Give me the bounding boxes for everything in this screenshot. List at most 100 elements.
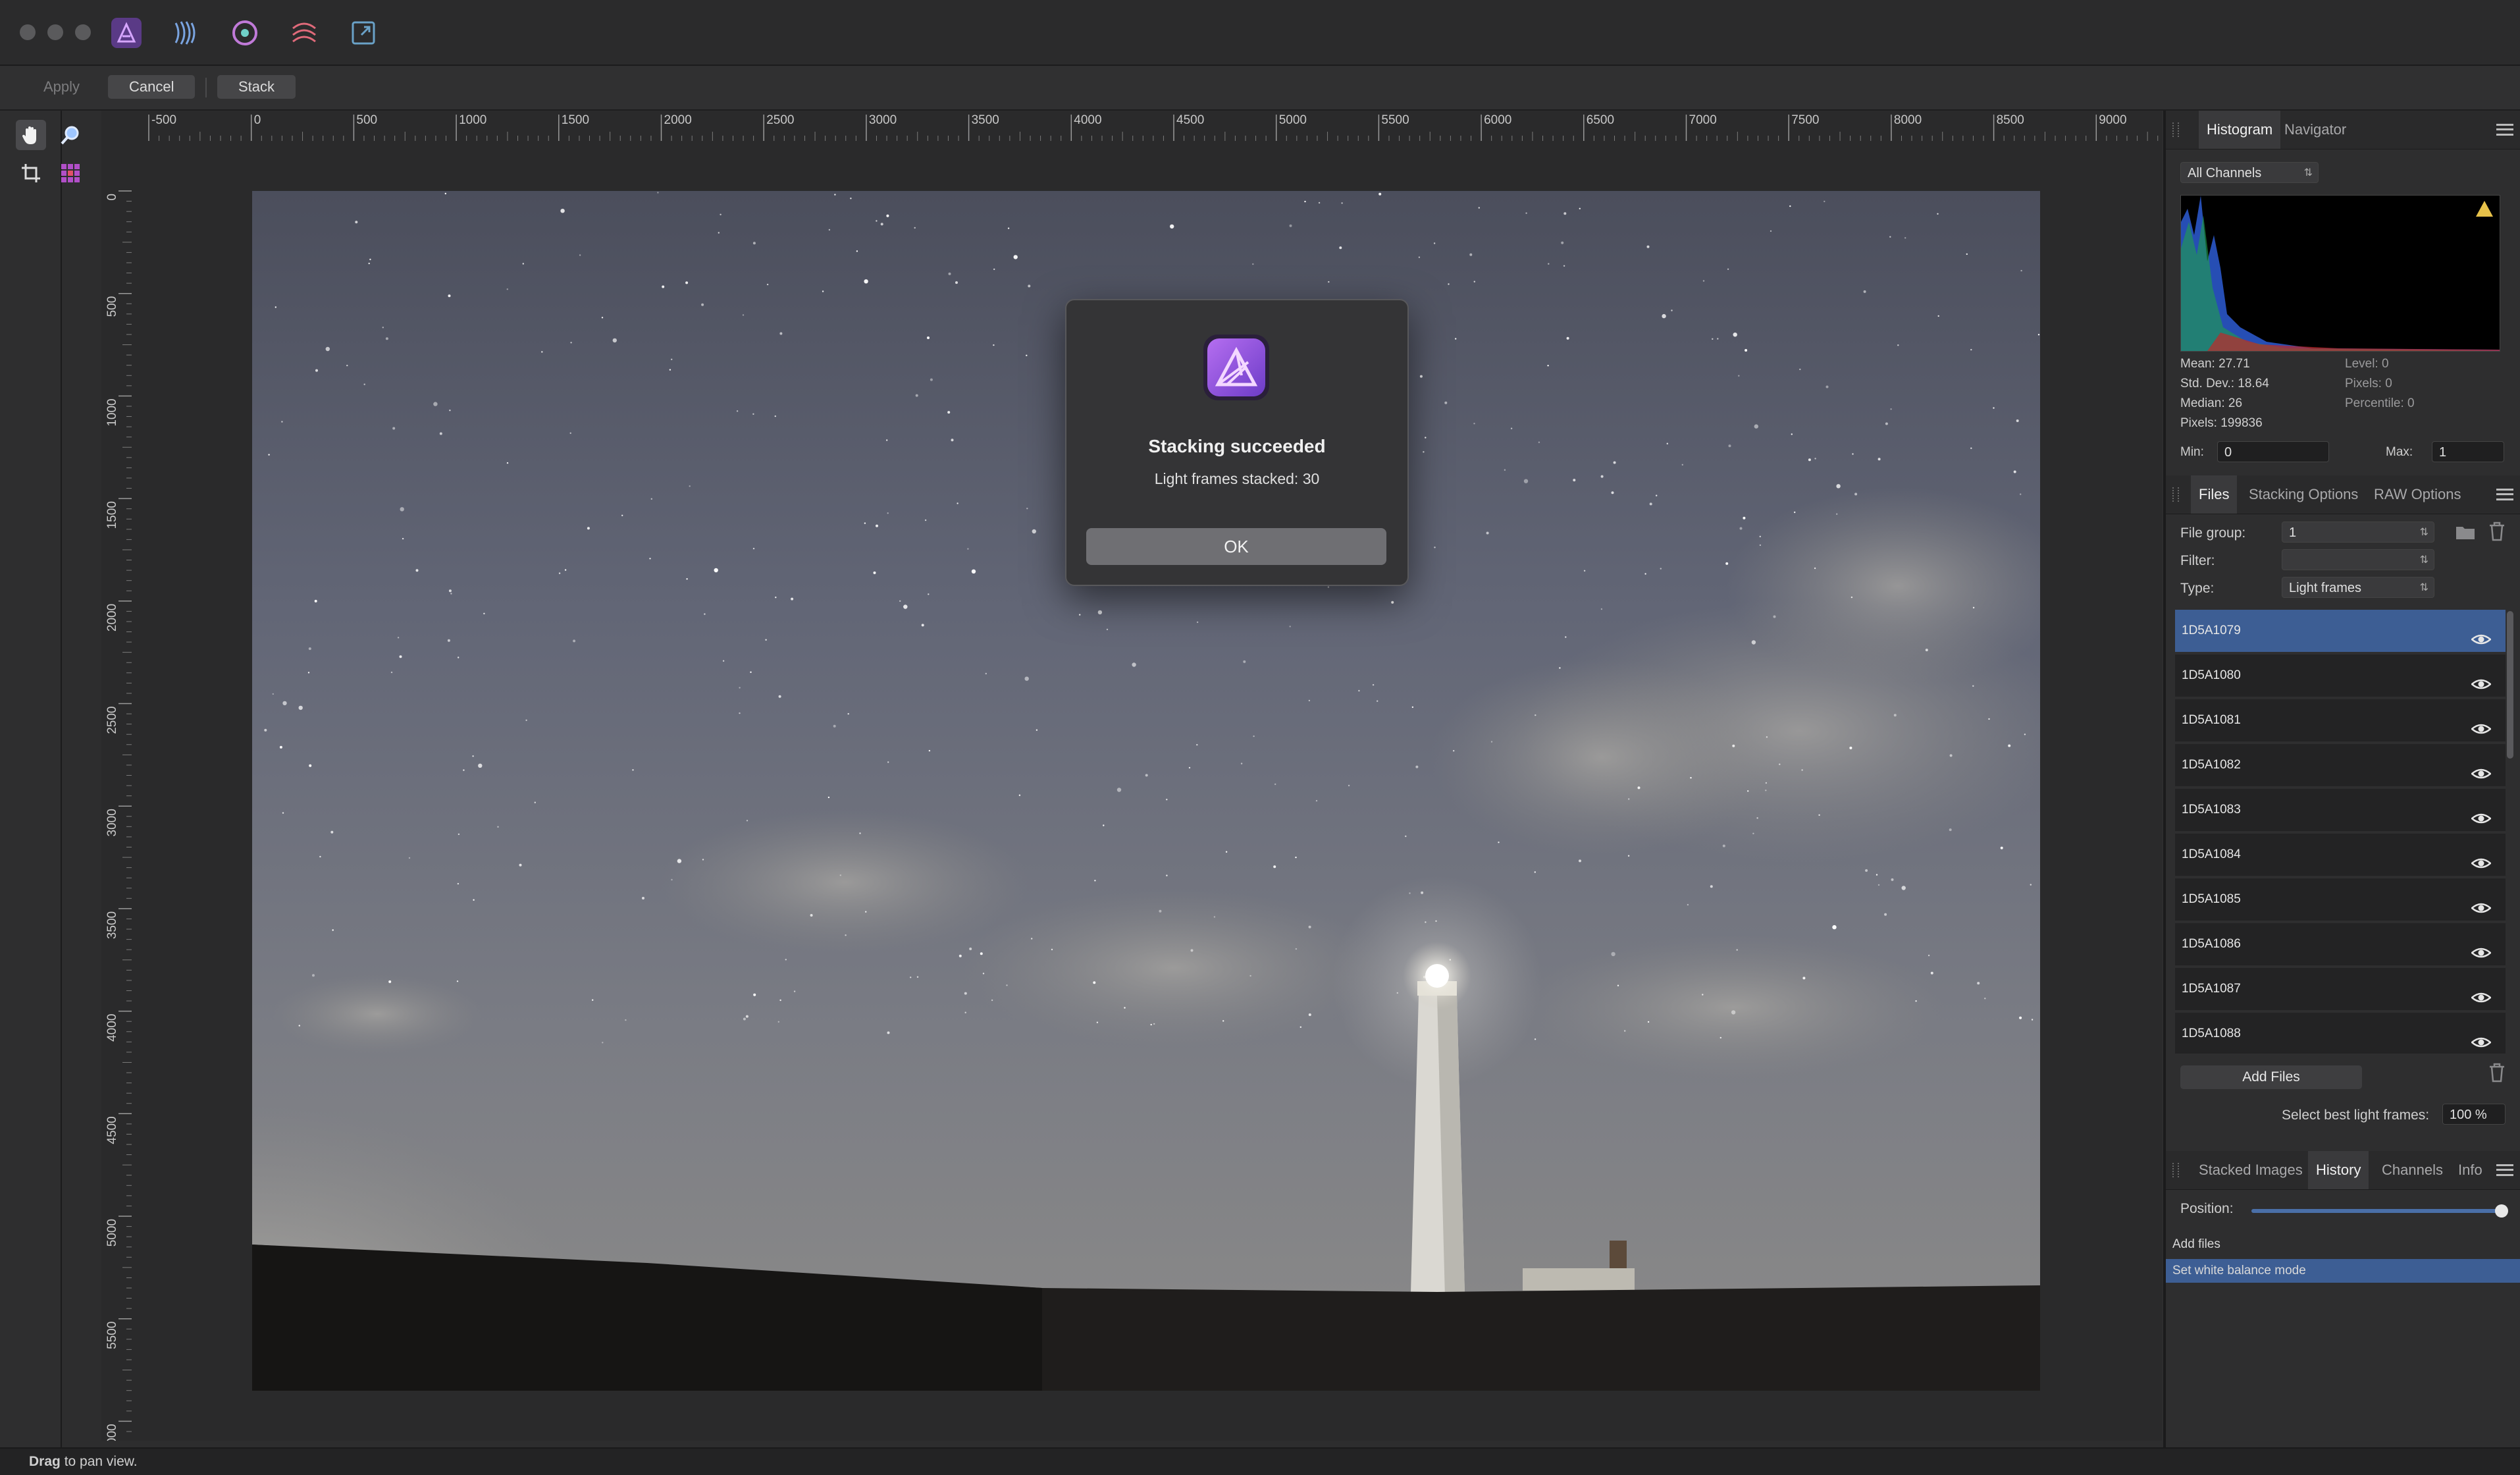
ruler-tick-label: 8500 (1997, 113, 2024, 127)
add-files-button[interactable]: Add Files (2180, 1065, 2362, 1089)
max-input[interactable]: 1 (2432, 441, 2504, 462)
photo-persona-icon[interactable] (108, 14, 145, 51)
panel-menu-icon[interactable] (2496, 489, 2513, 500)
stack-button[interactable]: Stack (217, 75, 296, 99)
ruler-tick-label: 0 (105, 194, 119, 201)
tab-info[interactable]: Info (2450, 1151, 2490, 1189)
panel-grip[interactable] (2172, 122, 2179, 137)
horizontal-ruler[interactable]: -500 0 500 1000 1500 2000 2500 3000 3500 4000 4500… (101, 111, 2162, 142)
trash-icon[interactable] (2488, 522, 2506, 541)
position-slider-knob[interactable] (2495, 1204, 2508, 1218)
file-row[interactable]: 1D5A1080 (2175, 655, 2506, 697)
liquify-persona-icon[interactable] (167, 14, 204, 51)
eye-icon[interactable] (2471, 892, 2492, 913)
tab-histogram[interactable]: Histogram (2199, 111, 2281, 149)
ruler-tick-label: 9000 (2099, 113, 2126, 127)
ruler-tick-label: 7000 (1689, 113, 1717, 127)
file-row[interactable]: 1D5A1083 (2175, 789, 2506, 831)
crop-tool-icon[interactable] (16, 158, 46, 188)
file-name: 1D5A1079 (2182, 624, 2241, 637)
min-input[interactable]: 0 (2217, 441, 2329, 462)
eye-icon[interactable] (2471, 981, 2492, 1003)
cancel-button[interactable]: Cancel (108, 75, 196, 99)
type-label: Type: (2180, 581, 2215, 596)
histogram-level: Level: 0 (2345, 357, 2389, 371)
minimize-window-button[interactable] (47, 24, 63, 40)
ruler-tick-label: 6000 (105, 1424, 119, 1441)
status-hint-bold: Drag (29, 1454, 61, 1469)
ruler-tick-label: 5000 (105, 1219, 119, 1247)
eye-icon[interactable] (2471, 802, 2492, 824)
histogram-graph[interactable] (2180, 195, 2500, 352)
file-list: 1D5A1079 1D5A1080 1D5A1081 1D5A1082 1D5A1083… (2166, 608, 2520, 1054)
file-row[interactable]: 1D5A1084 (2175, 834, 2506, 876)
file-row[interactable]: 1D5A1085 (2175, 878, 2506, 921)
ruler-tick-label: 7500 (1791, 113, 1819, 127)
export-persona-icon[interactable] (345, 14, 382, 51)
eye-icon[interactable] (2471, 757, 2492, 779)
file-row[interactable]: 1D5A1079 (2175, 610, 2506, 652)
eye-icon[interactable] (2471, 1026, 2492, 1048)
file-group-select[interactable]: 1 ⇅ (2282, 522, 2434, 543)
tab-history[interactable]: History (2308, 1151, 2369, 1189)
eye-icon[interactable] (2471, 936, 2492, 958)
filter-label: Filter: (2180, 553, 2215, 568)
affinity-photo-logo-icon (1202, 333, 1271, 402)
tone-mapping-persona-icon[interactable] (286, 14, 323, 51)
dialog-title: Stacking succeeded (1148, 436, 1326, 456)
ruler-tick-label: 4000 (1074, 113, 1101, 127)
tab-stacked-images[interactable]: Stacked Images (2191, 1151, 2311, 1189)
history-entry[interactable]: Add files (2166, 1233, 2520, 1256)
ruler-tick-label: 4500 (105, 1116, 119, 1144)
hand-tool-icon[interactable] (16, 120, 46, 150)
apply-button[interactable]: Apply (22, 75, 101, 99)
ruler-tick-label: 5500 (105, 1322, 119, 1349)
folder-icon[interactable] (2455, 524, 2475, 540)
file-row[interactable]: 1D5A1088 (2175, 1013, 2506, 1054)
vertical-ruler[interactable]: 0 500 1000 1500 2000 2500 3000 3500 4000 4500 5000… (101, 141, 132, 1441)
grid-tool-icon[interactable] (55, 158, 86, 188)
eye-icon[interactable] (2471, 623, 2492, 645)
trash-icon[interactable] (2488, 1063, 2506, 1083)
ruler-tick-label: 2500 (105, 707, 119, 734)
panel-menu-icon[interactable] (2496, 124, 2513, 136)
channel-select[interactable]: All Channels ⇅ (2180, 162, 2319, 183)
min-label: Min: (2180, 445, 2204, 459)
histogram-std-dev: Std. Dev.: 18.64 (2180, 377, 2269, 390)
tab-raw-options[interactable]: RAW Options (2366, 475, 2469, 514)
eye-icon[interactable] (2471, 668, 2492, 689)
histogram-percentile: Percentile: 0 (2345, 396, 2415, 410)
eye-icon[interactable] (2471, 712, 2492, 734)
panel-grip[interactable] (2172, 487, 2179, 502)
tab-stacking-options[interactable]: Stacking Options (2241, 475, 2366, 514)
chevron-updown-icon: ⇅ (2419, 527, 2428, 538)
tools-panel (0, 111, 80, 1447)
panel-menu-icon[interactable] (2496, 1164, 2513, 1176)
filter-select[interactable]: ⇅ (2282, 549, 2434, 570)
tab-channels[interactable]: Channels (2374, 1151, 2451, 1189)
eye-icon[interactable] (2471, 847, 2492, 869)
zoom-tool-icon[interactable] (55, 120, 86, 150)
close-window-button[interactable] (20, 24, 36, 40)
ruler-tick-label: 2000 (105, 604, 119, 631)
zoom-window-button[interactable] (75, 24, 91, 40)
ruler-tick-label: 3000 (869, 113, 897, 127)
develop-persona-icon[interactable] (226, 14, 263, 51)
select-best-input[interactable]: 100 % (2442, 1104, 2506, 1125)
file-row[interactable]: 1D5A1087 (2175, 968, 2506, 1010)
file-row[interactable]: 1D5A1081 (2175, 699, 2506, 741)
chevron-updown-icon: ⇅ (2303, 167, 2313, 178)
histogram-tabbar: Histogram Navigator (2166, 111, 2520, 149)
file-row[interactable]: 1D5A1086 (2175, 923, 2506, 965)
type-select[interactable]: Light frames ⇅ (2282, 577, 2434, 598)
file-row[interactable]: 1D5A1082 (2175, 744, 2506, 786)
tab-navigator[interactable]: Navigator (2276, 111, 2354, 149)
panel-grip[interactable] (2172, 1163, 2179, 1177)
ok-button[interactable]: OK (1086, 528, 1386, 565)
position-slider[interactable] (2251, 1204, 2508, 1218)
file-list-scrollbar[interactable] (2507, 611, 2513, 759)
history-entry[interactable]: Set white balance mode (2166, 1259, 2520, 1283)
histogram-median: Median: 26 (2180, 396, 2243, 410)
tab-files[interactable]: Files (2191, 475, 2238, 514)
ruler-tick-label: 4500 (1176, 113, 1204, 127)
